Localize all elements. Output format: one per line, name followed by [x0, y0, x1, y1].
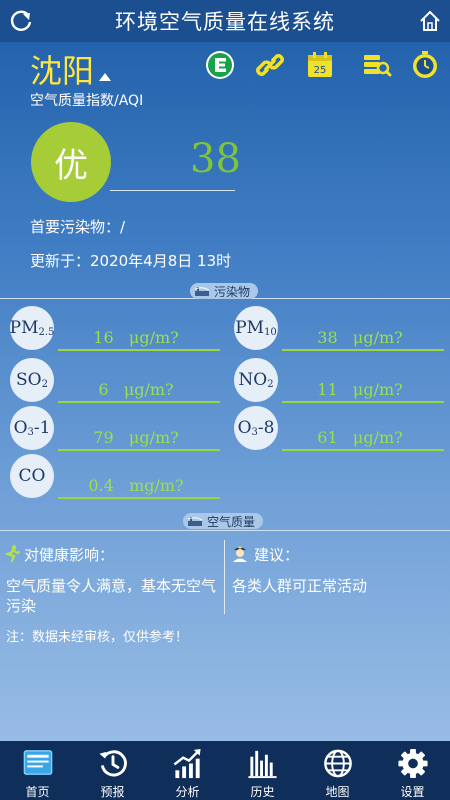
pollutants-section-label: 污染物: [214, 284, 251, 299]
pollutants-section-tag: 污染物: [190, 283, 259, 299]
air-quality-divider: [0, 530, 450, 531]
pollutant-pm10: PM 10 38 μg/m?: [234, 306, 444, 351]
tab-settings[interactable]: 设置: [375, 741, 450, 800]
e-badge-icon[interactable]: [205, 50, 235, 80]
air-quality-section-tag: 空气质量: [183, 513, 264, 529]
pollutant-badge: PM 2.5: [10, 306, 54, 350]
aqi-grade-badge: 优: [31, 122, 111, 202]
link-icon[interactable]: [255, 50, 285, 80]
tab-label: 历史: [250, 785, 275, 799]
pollutant-reading: 38 μg/m?: [317, 328, 403, 347]
primary-pollutant: 首要污染物：/: [30, 218, 126, 236]
advice-text: 各类人群可正常活动: [232, 577, 368, 595]
factory-icon: [194, 286, 210, 296]
pollutant-underline: [282, 401, 444, 403]
globe-icon: [323, 749, 352, 778]
tab-forecast[interactable]: 预报: [75, 741, 150, 800]
timer-icon[interactable]: [410, 50, 440, 80]
pollutant-reading: 79 μg/m?: [93, 428, 179, 447]
tab-home[interactable]: 首页: [0, 741, 75, 800]
pollutant-badge: NO 2: [234, 358, 278, 402]
pollutant-underline: [282, 449, 444, 451]
pollutant-o3-8: O 3 -8 61 μg/m?: [234, 406, 444, 451]
update-time: 更新于：2020年4月8日 13时: [30, 252, 232, 270]
tab-label: 分析: [175, 785, 200, 799]
database-search-icon[interactable]: [362, 50, 392, 80]
tab-analysis[interactable]: 分析: [150, 741, 225, 800]
pollutant-so2: SO 2 6 μg/m?: [10, 358, 220, 403]
refresh-icon[interactable]: [8, 8, 34, 34]
health-impact-text: 空气质量令人满意，基本无空气污染: [6, 577, 217, 615]
pollutant-reading: 61 μg/m?: [317, 428, 403, 447]
pollutant-badge: CO: [10, 454, 54, 498]
history-clock-icon: [98, 750, 127, 777]
running-person-icon: [5, 545, 21, 562]
trend-chart-icon: [173, 748, 201, 779]
factory-icon: [187, 516, 203, 526]
aqi-underline: [110, 190, 235, 191]
app-title: 环境空气质量在线系统: [115, 10, 335, 34]
pollutant-co: CO 0.4 mg/m?: [10, 454, 220, 499]
pollutant-reading: 0.4 mg/m?: [88, 476, 184, 495]
toolbar: 25: [200, 50, 445, 82]
aqi-value: 38: [190, 136, 241, 182]
app-header: 环境空气质量在线系统: [0, 0, 450, 42]
home-icon[interactable]: [418, 9, 442, 33]
aqi-label: 空气质量指数/AQI: [30, 93, 144, 109]
data-disclaimer: 注：数据未经审核，仅供参考！: [6, 630, 189, 645]
tab-label: 设置: [400, 785, 425, 799]
tab-label: 地图: [325, 785, 350, 799]
doctor-icon: [233, 546, 247, 562]
bottom-tab-bar: 首页 预报 分析 历史 地图 设置: [0, 741, 450, 800]
gear-icon: [397, 748, 428, 779]
pollutant-badge: SO 2: [10, 358, 54, 402]
pollutant-badge: O 3 -1: [10, 406, 54, 450]
pollutant-reading: 6 μg/m?: [98, 380, 174, 399]
calendar-icon[interactable]: 25: [305, 50, 335, 80]
pollutant-badge: O 3 -8: [234, 406, 278, 450]
city-name[interactable]: 沈阳: [30, 46, 94, 92]
air-quality-section-label: 空气质量: [207, 514, 256, 529]
pollutant-badge: PM 10: [234, 306, 278, 350]
city-dropdown-caret-icon[interactable]: [99, 73, 111, 81]
tab-map[interactable]: 地图: [300, 741, 375, 800]
bar-chart-icon: [247, 750, 277, 779]
pollutant-underline: [58, 401, 220, 403]
home-screen-icon: [23, 750, 52, 775]
pollutant-o3-1: O 3 -1 79 μg/m?: [10, 406, 220, 451]
tab-label: 首页: [25, 785, 50, 799]
pollutant-underline: [58, 449, 220, 451]
pollutant-reading: 16 μg/m?: [93, 328, 179, 347]
pollutant-underline: [58, 349, 220, 351]
advice-title: 建议：: [254, 546, 300, 564]
pollutant-no2: NO 2 11 μg/m?: [234, 358, 444, 403]
pollutant-pm25: PM 2.5 16 μg/m?: [10, 306, 220, 351]
pollutant-reading: 11 μg/m?: [317, 380, 403, 399]
advice-vertical-divider: [224, 540, 225, 614]
pollutant-underline: [58, 497, 220, 499]
tab-label: 预报: [100, 785, 125, 799]
health-impact-title: 对健康影响：: [24, 546, 115, 564]
tab-history[interactable]: 历史: [225, 741, 300, 800]
pollutant-underline: [282, 349, 444, 351]
calendar-day-text: 25: [314, 65, 327, 76]
